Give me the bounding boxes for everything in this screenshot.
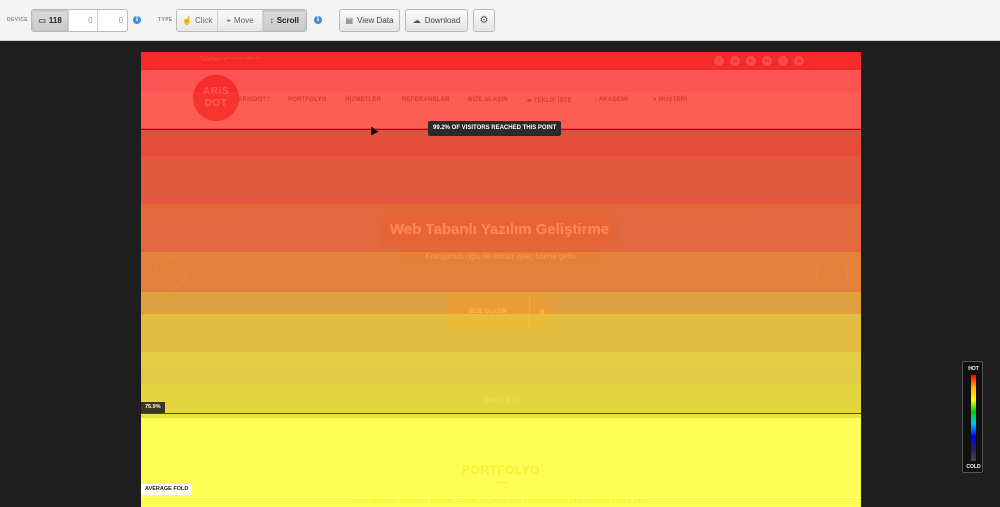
type-click-label: Click [194,16,213,25]
download-label: Download [424,16,461,25]
slider-dot[interactable] [478,398,482,402]
cloud-download-icon: ☁ [412,16,421,25]
device-selector: ▭ 118 0 0 [31,9,128,32]
hero-contact-button[interactable]: BİZE ULAŞIN » [447,294,554,330]
type-click-button[interactable]: ☝ Click [177,10,219,31]
table-icon: ▤ [345,16,354,25]
nav-portfolyo[interactable]: PORTFOLYO [288,97,327,103]
youtube-icon[interactable]: ▶ [746,56,756,66]
section-divider [495,482,507,483]
device-mobile-button[interactable]: 0 [98,10,127,31]
click-icon: ☝ [182,16,192,25]
reach-tooltip: 99.2% OF VISITORS REACHED THIS POINT [428,121,562,136]
nav-teklif-iste[interactable]: ▰ TEKLİF İSTE [527,97,572,104]
slider-dot[interactable] [499,398,503,402]
chevron-left-icon: ‹ [168,266,172,280]
hero-subtitle: Komşunun oğlu ile olmaz işler, bilene ge… [402,249,599,265]
legend-cold-label: COLD [966,464,981,470]
scroll-icon: ↕ [269,16,274,25]
type-selector: ☝ Click ⌖ Move ↕ Scroll [176,9,307,32]
folder-icon: ▰ [527,98,534,104]
slider-dot[interactable] [506,398,510,402]
settings-button[interactable]: ⚙ [473,9,495,32]
device-tablet-count: 0 [88,16,93,25]
chevron-right-icon: › [830,266,834,280]
device-mobile-count: 0 [118,16,124,25]
nav-referanslar[interactable]: REFERANSLAR [402,97,450,103]
nav-hizmetler[interactable]: HİZMETLER [345,97,381,103]
heatmap-toolbar: DEVICE ▭ 118 0 0 i TYPE ☝ Click ⌖ Move ↕… [0,0,1000,41]
slider-next-button[interactable]: › [816,257,848,289]
nav-arisdot[interactable]: ARISDOT? [238,97,270,103]
facebook-icon[interactable]: f [714,56,724,66]
type-move-label: Move [233,16,254,25]
double-chevron-right-icon: » [529,294,554,330]
site-topbar: Telefon: +** ** ** **** ** f ◎ ▶ in t ◉ [141,52,861,70]
slider-dot[interactable] [513,398,517,402]
device-label: DEVICE [7,17,29,23]
device-tablet-button[interactable]: 0 [69,10,98,31]
type-scroll-button[interactable]: ↕ Scroll [262,10,306,31]
legend-gradient [971,375,976,461]
average-fold-line [141,497,861,498]
twitter-icon[interactable]: t [778,56,788,66]
portfolio-section-title: PORTFOLYO [461,463,541,477]
move-icon: ⌖ [226,15,231,25]
nav-akademi-label: AKADEMİ [598,97,629,103]
linkedin-icon[interactable]: in [762,56,772,66]
view-data-button[interactable]: ▤ View Data [339,9,400,32]
download-button[interactable]: ☁ Download [405,9,468,32]
percent-line [141,413,861,414]
average-fold-marker: AVERAGE FOLD [141,484,193,495]
nav-musteri[interactable]: ● MÜŞTERİ [653,97,687,103]
nav-akademi[interactable]: ‹ AKADEMİ [595,97,628,103]
nav-teklif-iste-label: TEKLİF İSTE [533,98,572,104]
hero-slider [141,128,861,418]
device-info-icon[interactable]: i [133,16,141,24]
site-nav: ARISDOT? PORTFOLYO HİZMETLER REFERANSLAR… [141,97,861,107]
slider-prev-button[interactable]: ‹ [154,257,186,289]
heat-band [141,414,861,507]
type-info-icon[interactable]: i [314,16,322,24]
slider-dot[interactable] [492,398,496,402]
heat-legend: HOT COLD [962,361,983,473]
site-header: ARIS DOT ARISDOT? PORTFOLYO HİZMETLER RE… [141,70,861,128]
social-links: f ◎ ▶ in t ◉ [714,56,804,66]
view-data-label: View Data [357,16,394,25]
monitor-icon: ▭ [38,16,46,25]
type-label: TYPE [158,17,173,23]
slider-dot[interactable] [485,398,489,402]
slider-dots [478,398,517,402]
nav-bize-ulasin[interactable]: BİZE ULAŞIN [468,97,508,103]
portfolio-section-text: Deha kimsenin tekelinde değildir. Aksine… [351,498,651,505]
instagram-icon[interactable]: ◎ [730,56,740,66]
type-scroll-label: Scroll [276,16,299,25]
device-desktop-count: 118 [48,16,62,25]
device-desktop-button[interactable]: ▭ 118 [32,10,70,31]
percent-marker: 75.9% [141,402,165,413]
site-phone: Telefon: +** ** ** **** ** [200,57,261,63]
gear-icon: ⚙ [479,15,489,26]
hero-title: Web Tabanlı Yazılım Geliştirme [381,214,618,246]
nav-musteri-label: MÜŞTERİ [658,97,688,103]
type-move-button[interactable]: ⌖ Move [218,10,263,31]
hero-contact-label: BİZE ULAŞIN [469,309,507,315]
dribbble-icon[interactable]: ◉ [794,56,804,66]
legend-hot-label: HOT [968,366,979,372]
